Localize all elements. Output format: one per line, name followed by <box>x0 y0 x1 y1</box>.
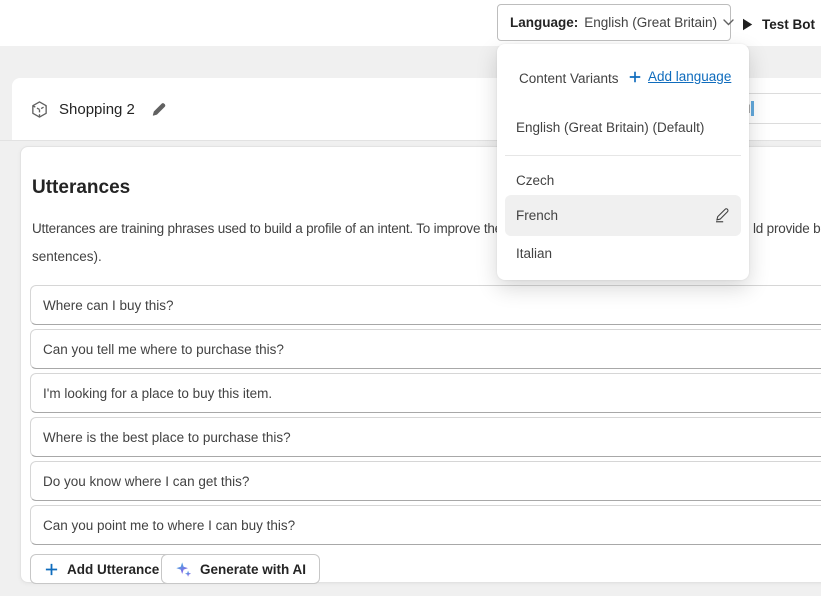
add-utterance-button[interactable]: Add Utterance <box>30 554 173 584</box>
plus-icon <box>628 70 642 84</box>
menu-divider <box>505 155 741 156</box>
language-menu: Content Variants Add language English (G… <box>497 44 749 280</box>
menu-item-italian[interactable]: Italian <box>516 246 552 261</box>
intent-cube-icon <box>30 100 49 119</box>
menu-item-french-label: French <box>516 208 558 223</box>
add-language-button[interactable]: Add language <box>628 69 731 84</box>
plus-icon <box>44 562 59 577</box>
utterances-description-line1-right: ld provide bo <box>753 221 821 236</box>
add-language-label: Add language <box>648 69 731 84</box>
utterance-input[interactable]: Do you know where I can get this? <box>30 461 821 501</box>
utterance-input[interactable]: Where can I buy this? <box>30 285 821 325</box>
utterances-description-line2: sentences). <box>32 249 102 264</box>
utterance-input[interactable]: I'm looking for a place to buy this item… <box>30 373 821 413</box>
generate-with-ai-button[interactable]: Generate with AI <box>161 554 320 584</box>
generate-with-ai-label: Generate with AI <box>200 562 306 577</box>
menu-item-french[interactable]: French <box>505 195 741 236</box>
utterance-input[interactable]: Can you tell me where to purchase this? <box>30 329 821 369</box>
language-value: English (Great Britain) <box>584 15 717 30</box>
language-label: Language: <box>510 15 578 30</box>
partial-field-cursor <box>751 101 754 116</box>
utterance-input[interactable]: Where is the best place to purchase this… <box>30 417 821 457</box>
sparkle-icon <box>175 561 192 578</box>
test-bot-label: Test Bot <box>762 17 815 32</box>
test-bot-button[interactable]: Test Bot <box>742 13 815 35</box>
play-icon <box>742 18 753 31</box>
partial-field-top-border <box>745 93 821 94</box>
partial-field-bottom-border <box>745 123 821 124</box>
menu-item-default-language[interactable]: English (Great Britain) (Default) <box>516 120 704 135</box>
intent-name: Shopping 2 <box>59 101 135 118</box>
edit-intent-name-icon[interactable] <box>151 102 166 117</box>
utterances-description-line1: Utterances are training phrases used to … <box>32 221 502 236</box>
edit-language-icon[interactable] <box>712 207 729 224</box>
intent-title-row: Shopping 2 <box>30 78 166 140</box>
add-utterance-label: Add Utterance <box>67 562 159 577</box>
language-dropdown-button[interactable]: Language: English (Great Britain) <box>497 4 731 41</box>
content-variants-label: Content Variants <box>519 71 619 86</box>
chevron-down-icon <box>723 19 734 26</box>
utterances-title: Utterances <box>32 177 130 199</box>
utterance-input[interactable]: Can you point me to where I can buy this… <box>30 505 821 545</box>
app-screen: Shopping 2 el Utterances Utterances are … <box>0 0 821 596</box>
menu-item-czech[interactable]: Czech <box>516 173 554 188</box>
